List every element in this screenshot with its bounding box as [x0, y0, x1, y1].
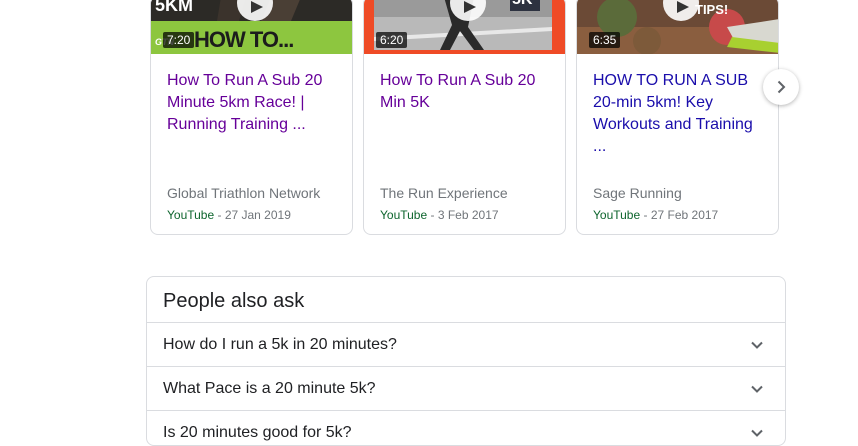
thumbnail-text: 5KM	[155, 0, 194, 15]
video-meta: YouTube - 27 Jan 2019	[167, 207, 291, 223]
video-duration: 7:20	[163, 32, 195, 48]
chevron-down-icon	[751, 429, 763, 437]
thumbnail-text: HOW TO...	[194, 27, 294, 52]
people-also-ask-panel: People also ask How do I run a 5k in 20 …	[146, 276, 786, 446]
video-duration: 6:35	[589, 32, 621, 48]
video-thumbnail[interactable]: 5K 6:20	[364, 0, 565, 54]
chevron-down-icon	[751, 385, 763, 393]
video-channel: The Run Experience	[380, 185, 508, 201]
play-icon[interactable]	[237, 0, 273, 21]
video-date: - 3 Feb 2017	[427, 208, 499, 222]
play-icon[interactable]	[663, 0, 699, 21]
video-title-link[interactable]: HOW TO RUN A SUB 20-min 5km! Key Workout…	[593, 70, 765, 158]
video-card[interactable]: TIPS! 6:35 HOW TO RUN A SUB 20-min 5km! …	[576, 0, 779, 235]
question-row[interactable]: How do I run a 5k in 20 minutes?	[147, 322, 785, 367]
video-source: YouTube	[167, 208, 215, 222]
thumbnail-text: TIPS!	[695, 2, 729, 17]
video-source: YouTube	[380, 208, 428, 222]
question-row[interactable]: What Pace is a 20 minute 5k?	[147, 366, 785, 411]
video-card[interactable]: 5KM HOW TO... GTN 7:20 How To Run A Sub …	[150, 0, 353, 235]
question-row[interactable]: Is 20 minutes good for 5k?	[147, 410, 785, 445]
video-title-link[interactable]: How To Run A Sub 20 Min 5K	[380, 70, 552, 114]
video-source: YouTube	[593, 208, 641, 222]
chevron-right-icon	[777, 80, 786, 94]
question-text: How do I run a 5k in 20 minutes?	[163, 336, 397, 353]
video-thumbnail[interactable]: TIPS! 6:35	[577, 0, 778, 54]
video-title-link[interactable]: How To Run A Sub 20 Minute 5km Race! | R…	[167, 70, 339, 136]
video-meta: YouTube - 27 Feb 2017	[593, 207, 718, 223]
video-channel: Sage Running	[593, 185, 682, 201]
video-date: - 27 Feb 2017	[640, 208, 719, 222]
video-duration: 6:20	[376, 32, 408, 48]
video-channel: Global Triathlon Network	[167, 185, 321, 201]
question-text: What Pace is a 20 minute 5k?	[163, 380, 376, 397]
video-meta: YouTube - 3 Feb 2017	[380, 207, 499, 223]
video-thumbnail[interactable]: 5KM HOW TO... GTN 7:20	[151, 0, 352, 54]
carousel-next-button[interactable]	[763, 69, 799, 105]
play-icon[interactable]	[450, 0, 486, 21]
video-card[interactable]: 5K 6:20 How To Run A Sub 20 Min 5K The R…	[363, 0, 566, 235]
question-text: Is 20 minutes good for 5k?	[163, 424, 352, 441]
video-date: - 27 Jan 2019	[214, 208, 291, 222]
chevron-down-icon	[751, 341, 763, 349]
thumbnail-text: 5K	[512, 0, 532, 9]
people-also-ask-heading: People also ask	[163, 290, 305, 312]
